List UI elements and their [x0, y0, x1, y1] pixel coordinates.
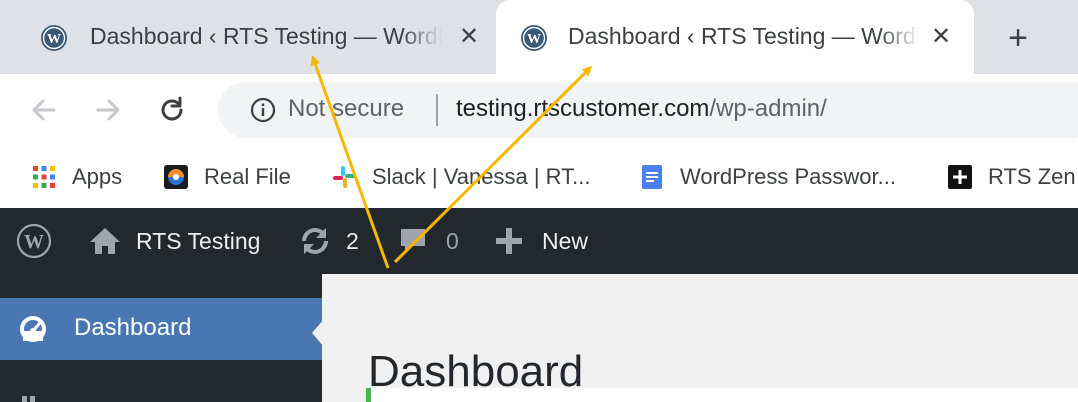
slack-icon: [333, 166, 355, 188]
new-content-menu[interactable]: New: [494, 208, 588, 274]
wp-admin-bar: W RTS Testing 2 0 New: [0, 208, 1078, 274]
bookmark-rts-zen[interactable]: RTS Zen: [948, 162, 1076, 192]
wordpress-icon: W: [41, 25, 67, 51]
updates-icon: [302, 228, 328, 254]
tab-title: Dashboard ‹ RTS Testing — WordPress: [568, 23, 920, 49]
bookmark-apps[interactable]: Apps: [32, 162, 122, 192]
bookmark-label: Real File: [204, 164, 291, 189]
apps-grid-icon: [33, 166, 55, 188]
updates-menu[interactable]: 2: [298, 208, 359, 274]
url-text[interactable]: testing.rtscustomer.com/wp-admin/: [456, 95, 827, 123]
bookmark-label: Slack | Vanessa | RT...: [372, 164, 591, 189]
site-name-menu[interactable]: RTS Testing: [88, 208, 260, 274]
dashboard-gauge-icon: [20, 316, 46, 342]
docs-icon: [642, 165, 662, 189]
address-bar[interactable]: Not secure testing.rtscustomer.com/wp-ad…: [218, 82, 1078, 138]
svg-text:W: W: [24, 231, 44, 253]
new-tab-button[interactable]: +: [1000, 20, 1036, 56]
comment-bubble-icon: [401, 229, 425, 253]
comments-count: 0: [446, 227, 459, 254]
home-icon: [90, 228, 120, 254]
wordpress-logo-icon: W: [16, 223, 52, 259]
bookmark-label: RTS Zen: [988, 164, 1076, 189]
info-icon[interactable]: [250, 97, 276, 123]
close-tab-icon[interactable]: ✕: [456, 24, 482, 50]
menu-item-label: Dashboard: [74, 314, 192, 341]
wp-content-area: Dashboard: [322, 274, 1078, 402]
back-arrow-icon[interactable]: [26, 92, 62, 128]
browser-tab-strip: W Dashboard ‹ RTS Testing — WordPress ✕ …: [0, 0, 1078, 74]
security-label: Not secure: [288, 95, 405, 122]
plus-icon: [496, 228, 522, 254]
site-name: RTS Testing: [136, 227, 261, 254]
wordpress-icon: W: [521, 25, 547, 51]
forward-arrow-icon[interactable]: [90, 92, 126, 128]
bookmark-real-file[interactable]: Real File: [164, 162, 291, 192]
comments-menu[interactable]: 0: [398, 208, 459, 274]
svg-text:W: W: [47, 32, 61, 47]
url-host: testing.rtscustomer.com: [456, 95, 710, 122]
bookmark-wordpress-passwords[interactable]: WordPress Passwor...: [640, 162, 896, 192]
dashboard-notice: [366, 388, 1078, 402]
svg-text:W: W: [527, 32, 541, 47]
real-file-icon: [164, 165, 188, 189]
wp-admin-menu: Dashboard: [0, 274, 322, 402]
menu-next-item-icon: [22, 396, 35, 402]
tab-title: Dashboard ‹ RTS Testing — WordPress: [90, 23, 442, 49]
wp-logo-menu[interactable]: W: [16, 208, 52, 274]
bookmark-label: WordPress Passwor...: [680, 164, 896, 189]
browser-toolbar: Not secure testing.rtscustomer.com/wp-ad…: [0, 74, 1078, 146]
reload-icon[interactable]: [154, 92, 190, 128]
plus-box-icon: [948, 165, 972, 189]
url-path: /wp-admin/: [709, 95, 827, 122]
new-label: New: [542, 227, 589, 254]
bookmarks-bar: Apps Real File Slack | Vanessa | RT... W…: [0, 146, 1078, 208]
bookmark-label: Apps: [72, 164, 123, 189]
close-tab-icon[interactable]: ✕: [928, 24, 954, 50]
menu-item-dashboard[interactable]: Dashboard: [0, 298, 322, 360]
browser-tab-2[interactable]: W Dashboard ‹ RTS Testing — WordPress ✕: [496, 0, 974, 74]
browser-tab-1[interactable]: W Dashboard ‹ RTS Testing — WordPress ✕: [0, 0, 496, 74]
omnibox-divider: [436, 94, 438, 126]
updates-count: 2: [346, 227, 359, 254]
bookmark-slack[interactable]: Slack | Vanessa | RT...: [332, 162, 591, 192]
